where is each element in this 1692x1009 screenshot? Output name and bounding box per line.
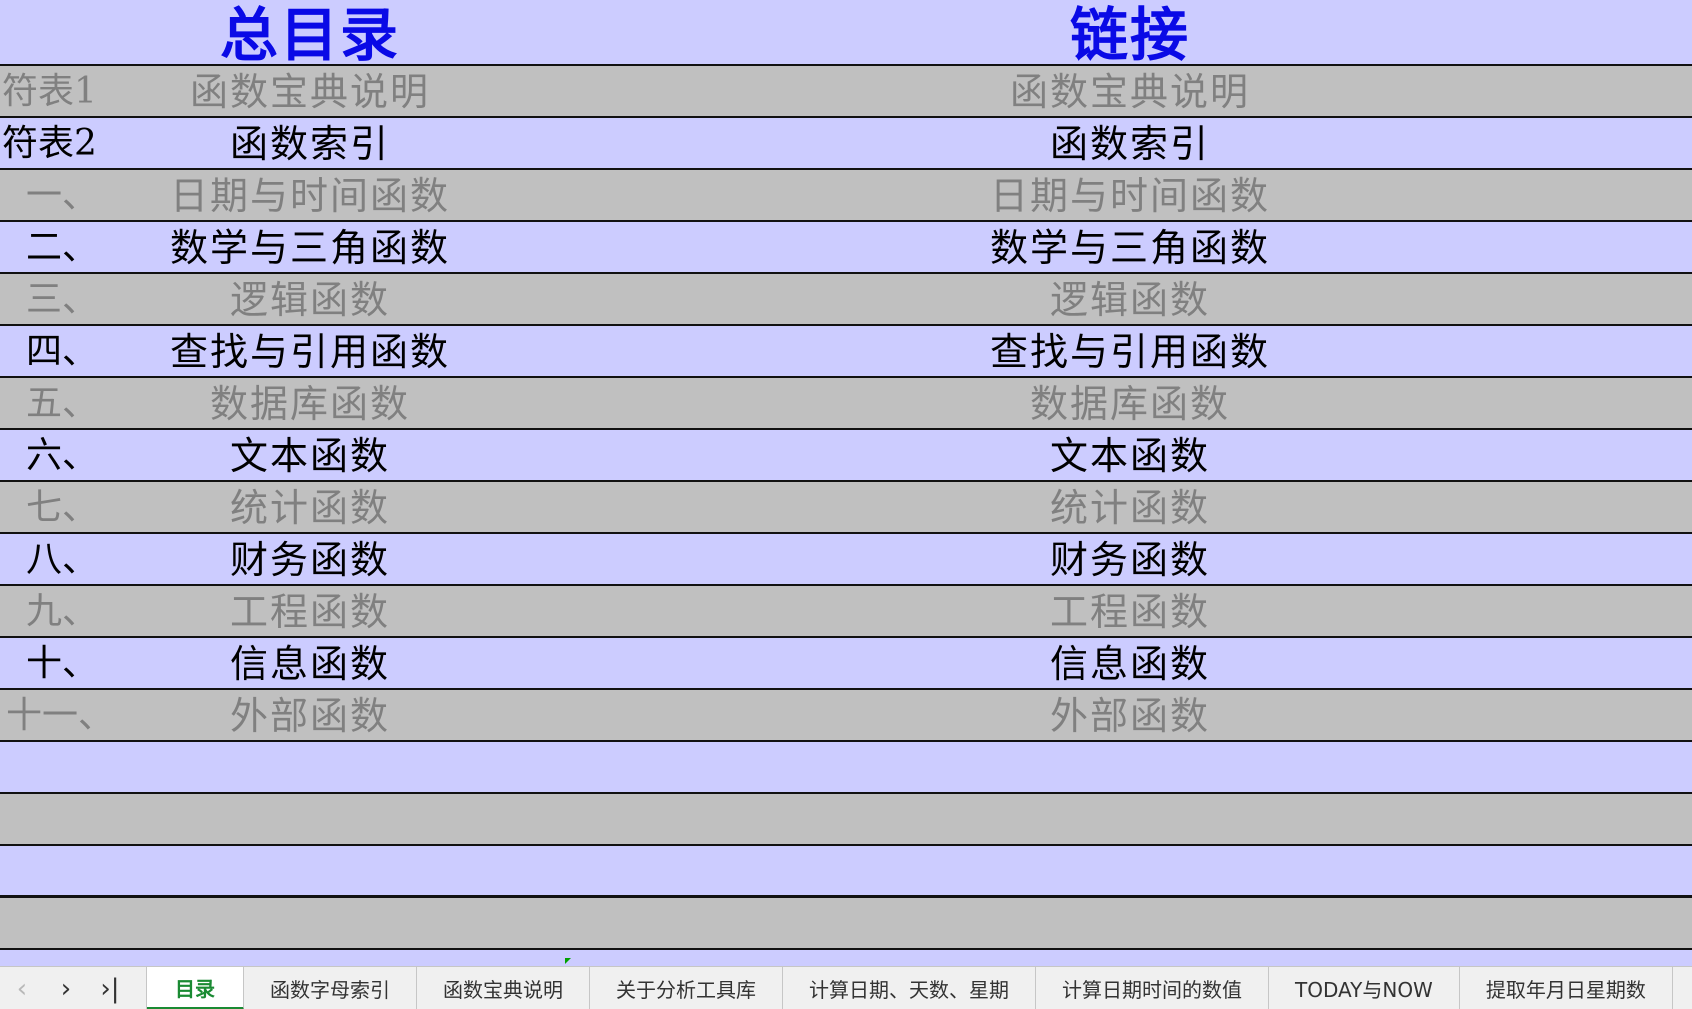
row-title-cell[interactable]: 数据库函数: [0, 378, 620, 430]
tab-analysis-toolpak[interactable]: 关于分析工具库: [590, 967, 783, 1009]
row-link-cell[interactable]: 文本函数: [640, 430, 1620, 482]
tab-function-guide[interactable]: 函数宝典说明: [417, 967, 590, 1009]
row-title-cell[interactable]: 信息函数: [0, 638, 620, 690]
row-title-cell[interactable]: 财务函数: [0, 534, 620, 586]
row-title-cell[interactable]: 日期与时间函数: [0, 170, 620, 222]
row-title-cell[interactable]: 文本函数: [0, 430, 620, 482]
tab-date-day-week[interactable]: 计算日期、天数、星期: [783, 967, 1036, 1009]
row-link-cell[interactable]: 信息函数: [640, 638, 1620, 690]
row-link-cell[interactable]: 函数宝典说明: [640, 66, 1620, 118]
chevron-left-icon[interactable]: ‹: [0, 967, 44, 1009]
chevron-right-icon[interactable]: ›: [44, 967, 88, 1009]
row-title-cell[interactable]: 统计函数: [0, 482, 620, 534]
header-row: 总目录 链接: [0, 0, 1692, 68]
table-row: 三、 逻辑函数 逻辑函数: [0, 274, 1692, 326]
table-row: 二、 数学与三角函数 数学与三角函数: [0, 222, 1692, 274]
table-row: 五、 数据库函数 数据库函数: [0, 378, 1692, 430]
tab-function-alpha-index[interactable]: 函数字母索引: [244, 967, 417, 1009]
spreadsheet-view: 总目录 链接 符表1 函数宝典说明 函数宝典说明 符表2 函数索引 函数索引 一…: [0, 0, 1692, 1009]
empty-row[interactable]: [0, 794, 1692, 846]
row-title-cell[interactable]: 查找与引用函数: [0, 326, 620, 378]
row-link-cell[interactable]: 统计函数: [640, 482, 1620, 534]
empty-row[interactable]: [0, 898, 1692, 950]
header-link-cell[interactable]: 链接: [640, 2, 1620, 68]
empty-row[interactable]: [0, 846, 1692, 898]
row-title-cell[interactable]: 外部函数: [0, 690, 620, 742]
table-row: 六、 文本函数 文本函数: [0, 430, 1692, 482]
tab-navigation: ‹ › ›|: [0, 967, 147, 1009]
row-link-cell[interactable]: 外部函数: [640, 690, 1620, 742]
row-link-cell[interactable]: 函数索引: [640, 118, 1620, 170]
row-link-cell[interactable]: 数据库函数: [640, 378, 1620, 430]
table-row: 符表1 函数宝典说明 函数宝典说明: [0, 66, 1692, 118]
table-row: 十、 信息函数 信息函数: [0, 638, 1692, 690]
partial-header-row: 名 称 链接 函 数 定 义: [0, 950, 1692, 966]
row-link-cell[interactable]: 日期与时间函数: [640, 170, 1620, 222]
row-title-cell[interactable]: 函数索引: [0, 118, 620, 170]
row-link-cell[interactable]: 查找与引用函数: [640, 326, 1620, 378]
table-row: 四、 查找与引用函数 查找与引用函数: [0, 326, 1692, 378]
sheet-tab-bar: ‹ › ›| 目录 函数字母索引 函数宝典说明 关于分析工具库 计算日期、天数、…: [0, 966, 1692, 1009]
row-link-cell[interactable]: 数学与三角函数: [640, 222, 1620, 274]
table-row: 十一、 外部函数 外部函数: [0, 690, 1692, 742]
row-title-cell[interactable]: 数学与三角函数: [0, 222, 620, 274]
tab-contents[interactable]: 目录: [147, 967, 244, 1009]
table-row: 九、 工程函数 工程函数: [0, 586, 1692, 638]
row-title-cell[interactable]: 工程函数: [0, 586, 620, 638]
empty-row[interactable]: [0, 742, 1692, 794]
cell-comment-marker: [565, 958, 571, 964]
sheet-grid: 总目录 链接 符表1 函数宝典说明 函数宝典说明 符表2 函数索引 函数索引 一…: [0, 0, 1692, 966]
header-title-cell[interactable]: 总目录: [0, 2, 620, 68]
tab-datetime-values[interactable]: 计算日期时间的数值: [1036, 967, 1269, 1009]
table-row: 八、 财务函数 财务函数: [0, 534, 1692, 586]
table-row: 一、 日期与时间函数 日期与时间函数: [0, 170, 1692, 222]
row-title-cell[interactable]: 逻辑函数: [0, 274, 620, 326]
table-row: 符表2 函数索引 函数索引: [0, 118, 1692, 170]
row-title-cell[interactable]: 函数宝典说明: [0, 66, 620, 118]
table-row: 七、 统计函数 统计函数: [0, 482, 1692, 534]
row-link-cell[interactable]: 财务函数: [640, 534, 1620, 586]
row-link-cell[interactable]: 逻辑函数: [640, 274, 1620, 326]
tab-extract-date-parts[interactable]: 提取年月日星期数: [1460, 967, 1673, 1009]
tab-today-now[interactable]: TODAY与NOW: [1269, 967, 1460, 1009]
row-link-cell[interactable]: 工程函数: [640, 586, 1620, 638]
chevron-last-icon[interactable]: ›|: [88, 967, 132, 1009]
